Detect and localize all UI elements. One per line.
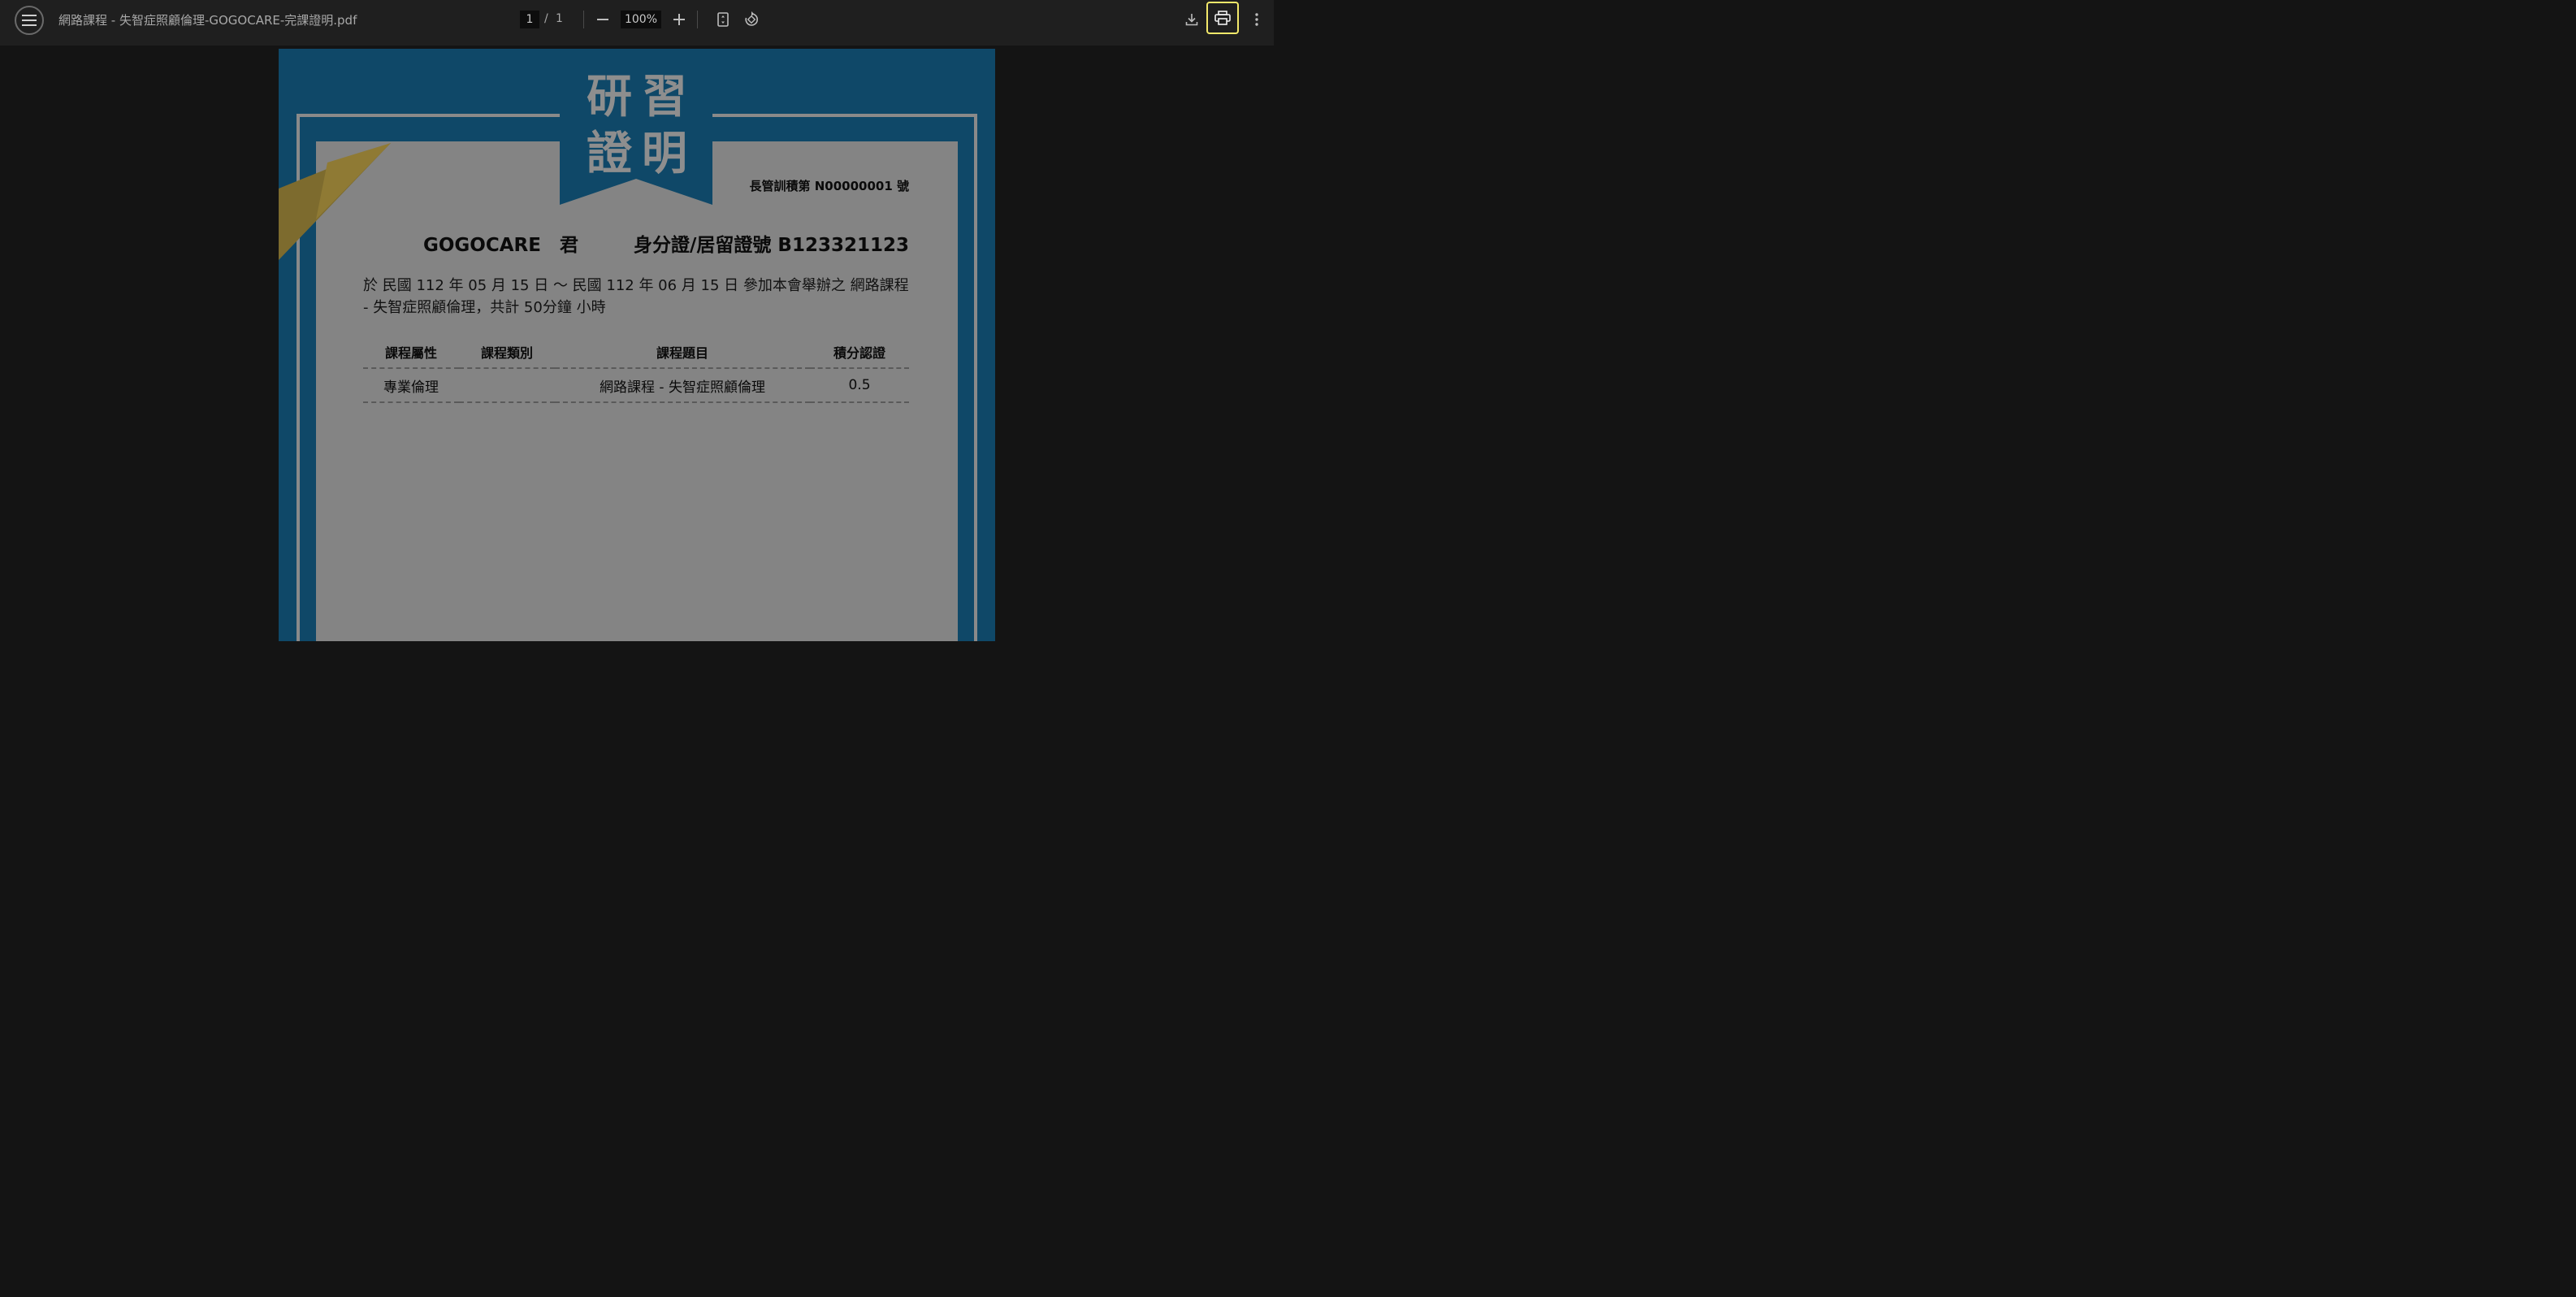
recipient-name: GOGOCARE 君 bbox=[423, 235, 578, 256]
pdf-toolbar: 網路課程 - 失智症照顧倫理-GOGOCARE-完課證明.pdf 1 / 1 1… bbox=[0, 0, 1274, 46]
table-cell: 專業倫理 bbox=[363, 368, 459, 403]
page-total: 1 bbox=[556, 12, 563, 25]
zoom-level-input[interactable]: 100% bbox=[621, 11, 661, 28]
table-header-row: 課程屬性 課程類別 課程題目 積分認證 bbox=[363, 336, 909, 369]
page-number-input[interactable]: 1 bbox=[520, 11, 539, 28]
download-button[interactable] bbox=[1180, 8, 1203, 31]
course-table: 課程屬性 課程類別 課程題目 積分認證 專業倫理 網路課程 - 失智症照顧倫理 … bbox=[363, 336, 909, 403]
recipient-line: GOGOCARE 君 身分證/居留證號 B123321123 bbox=[363, 229, 909, 258]
column-header: 課程類別 bbox=[459, 336, 555, 369]
table-cell bbox=[459, 368, 555, 403]
zoom-out-button[interactable] bbox=[591, 8, 614, 31]
fit-page-button[interactable] bbox=[712, 8, 734, 31]
hamburger-menu-icon bbox=[22, 15, 37, 26]
toolbar-divider bbox=[697, 11, 698, 28]
certificate-number: 長管訓積第 N00000001 號 bbox=[749, 179, 910, 193]
print-button[interactable] bbox=[1206, 2, 1239, 34]
toolbar-divider bbox=[583, 11, 584, 28]
more-vert-icon bbox=[1255, 13, 1258, 26]
rotate-button[interactable] bbox=[740, 8, 763, 31]
download-icon bbox=[1185, 14, 1198, 26]
column-header: 課程題目 bbox=[555, 336, 810, 369]
more-options-button[interactable] bbox=[1245, 8, 1268, 31]
column-header: 課程屬性 bbox=[363, 336, 459, 369]
seal-text-top: 研習 bbox=[587, 71, 697, 124]
fit-page-icon bbox=[717, 12, 729, 27]
column-header: 積分認證 bbox=[810, 336, 909, 369]
document-title: 網路課程 - 失智症照顧倫理-GOGOCARE-完課證明.pdf bbox=[58, 13, 357, 28]
recipient-id: 身分證/居留證號 B123321123 bbox=[634, 235, 909, 256]
frame-border-top-right bbox=[712, 114, 977, 117]
frame-border-right bbox=[974, 114, 977, 641]
table-cell: 0.5 bbox=[810, 368, 909, 403]
zoom-out-icon bbox=[597, 19, 608, 20]
table-cell: 網路課程 - 失智症照顧倫理 bbox=[555, 368, 810, 403]
page-separator: / bbox=[544, 12, 548, 25]
rotate-icon bbox=[745, 11, 758, 26]
pdf-page: 研習 證明 長管訓積第 N00000001 號 GOGOCARE 君 身分證/居… bbox=[279, 49, 995, 641]
menu-button[interactable] bbox=[15, 6, 44, 35]
print-icon bbox=[1214, 11, 1231, 25]
certificate-description: 於 民國 112 年 05 月 15 日 ～ 民國 112 年 06 月 15 … bbox=[363, 277, 909, 316]
seal-text-bottom: 證明 bbox=[587, 128, 697, 180]
zoom-in-button[interactable] bbox=[668, 8, 691, 31]
table-row: 專業倫理 網路課程 - 失智症照顧倫理 0.5 bbox=[363, 368, 909, 403]
zoom-in-icon bbox=[673, 14, 685, 25]
